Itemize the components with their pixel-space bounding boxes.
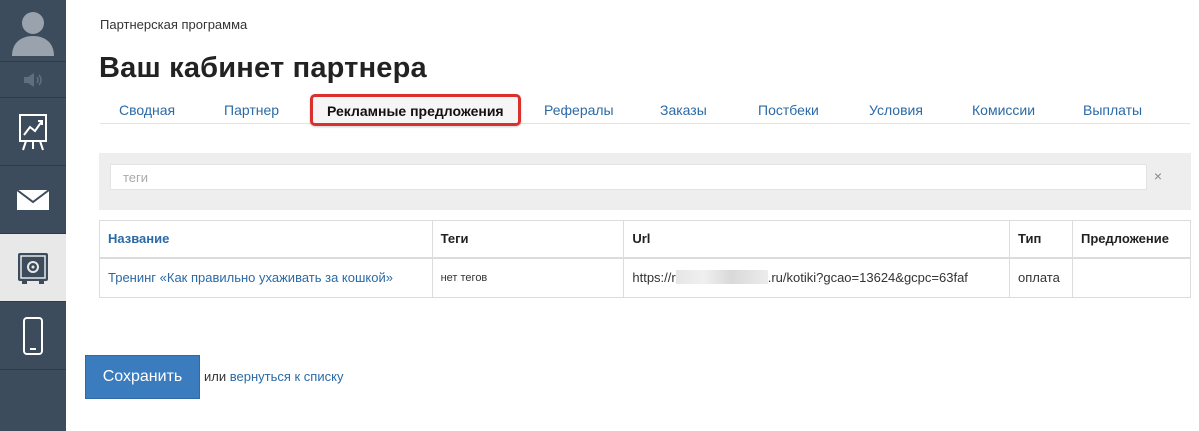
tags-input[interactable] [110, 164, 1147, 190]
safe-icon [18, 252, 48, 284]
cell-url: https://r .ru/kotiki?gcao=13624&gcpc=63fa… [623, 257, 1010, 298]
tab-bar: Сводная Партнер Рекламные предложения Ре… [100, 94, 1190, 126]
column-header-tags: Теги [431, 220, 625, 259]
chart-board-icon [19, 113, 47, 150]
breadcrumb: Партнерская программа [100, 17, 248, 32]
back-row: или вернуться к списку [204, 369, 343, 384]
url-redacted [675, 270, 768, 285]
tab-commissions[interactable]: Комиссии [972, 102, 1035, 118]
sidebar-filler [0, 370, 66, 431]
save-button[interactable]: Сохранить [85, 355, 200, 399]
sidebar-item-stats[interactable] [0, 98, 66, 166]
sidebar-sound[interactable] [0, 62, 66, 98]
tab-partner[interactable]: Партнер [224, 102, 279, 118]
table-row: Тренинг «Как правильно ухаживать за кошк… [99, 257, 1192, 298]
main-content: Партнерская программа Ваш кабинет партне… [66, 0, 1199, 431]
user-avatar-icon [12, 11, 54, 56]
sidebar-item-partner[interactable] [0, 234, 66, 302]
table-header-row: Название Теги Url Тип Предложение [99, 220, 1192, 259]
mail-icon [16, 188, 50, 210]
tab-summary[interactable]: Сводная [119, 102, 175, 118]
url-prefix: https://r [632, 270, 676, 286]
tab-orders[interactable]: Заказы [660, 102, 707, 118]
cell-name: Тренинг «Как правильно ухаживать за кошк… [99, 257, 433, 298]
sidebar [0, 0, 66, 431]
column-header-offer: Предложение [1071, 220, 1192, 259]
offers-table: Название Теги Url Тип Предложение Тренин… [99, 220, 1192, 298]
filter-panel: × [99, 153, 1191, 210]
column-header-type: Тип [1009, 220, 1073, 259]
back-to-list-link[interactable]: вернуться к списку [230, 369, 344, 384]
offer-name-link[interactable]: Тренинг «Как правильно ухаживать за кошк… [108, 270, 393, 285]
cell-type: оплата [1009, 257, 1073, 298]
tab-referrals[interactable]: Рефералы [544, 102, 614, 118]
or-text: или [204, 369, 227, 384]
cell-offer [1071, 257, 1192, 298]
column-header-name[interactable]: Название [99, 220, 433, 259]
column-header-url: Url [623, 220, 1010, 259]
clear-filter-icon[interactable]: × [1151, 167, 1165, 185]
page-title: Ваш кабинет партнера [99, 52, 427, 84]
sidebar-item-mobile[interactable] [0, 302, 66, 370]
speaker-icon [24, 72, 42, 87]
sidebar-item-mail[interactable] [0, 166, 66, 234]
tab-payouts[interactable]: Выплаты [1083, 102, 1142, 118]
phone-icon [23, 316, 43, 355]
tab-postbacks[interactable]: Постбеки [758, 102, 819, 118]
url-suffix: .ru/kotiki?gcao=13624&gcpc=63faf [767, 270, 968, 286]
tab-conditions[interactable]: Условия [869, 102, 923, 118]
sidebar-avatar[interactable] [0, 0, 66, 62]
tab-ad-offers[interactable]: Рекламные предложения [310, 94, 521, 126]
cell-tags: нет тегов [431, 257, 625, 298]
